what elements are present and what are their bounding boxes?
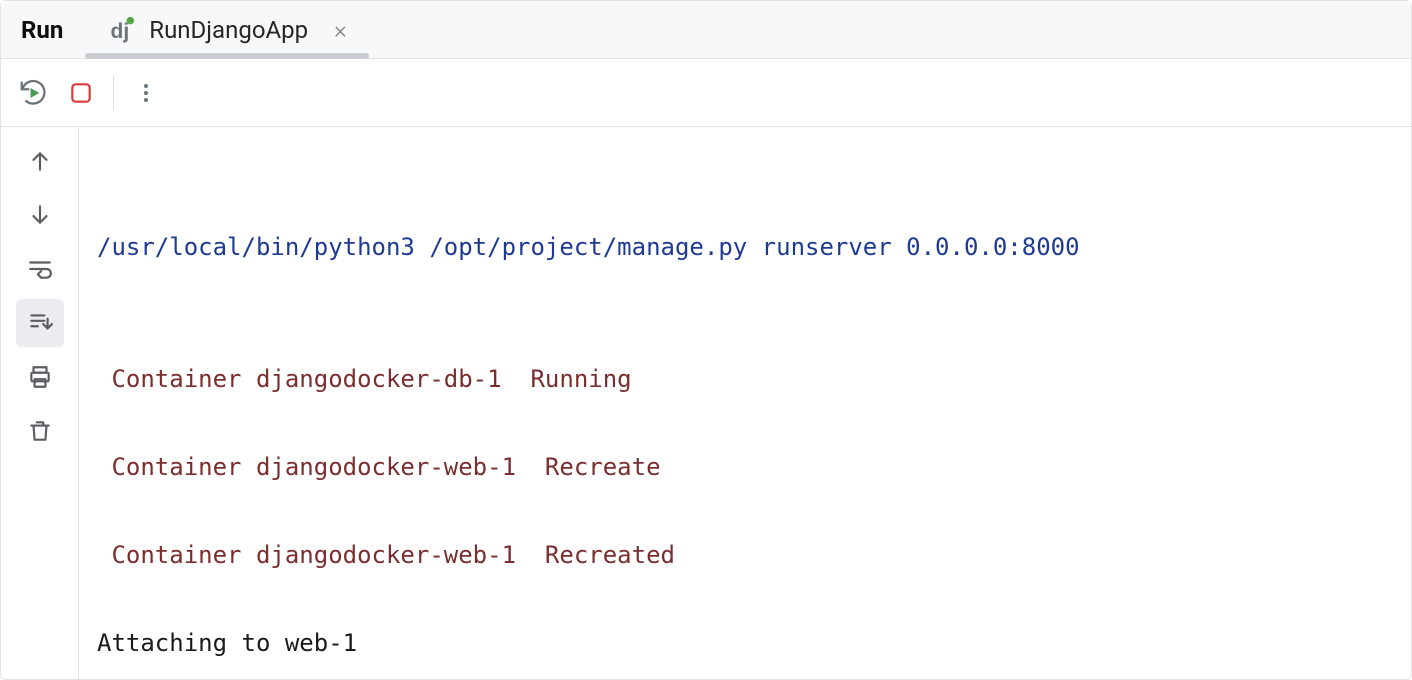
run-content: /usr/local/bin/python3 /opt/project/mana… (1, 127, 1411, 679)
scroll-to-end-button[interactable] (16, 299, 64, 347)
run-config-tab-label: RunDjangoApp (149, 16, 308, 44)
print-button[interactable] (16, 353, 64, 401)
toolwindow-title: Run (1, 1, 85, 58)
svg-text:dj: dj (111, 20, 130, 43)
run-toolbar (1, 59, 1411, 127)
console-gutter (1, 127, 79, 679)
soft-wrap-button[interactable] (16, 245, 64, 293)
console-line: Container djangodocker-db-1 Running (97, 357, 1393, 401)
run-config-tab[interactable]: dj RunDjangoApp × (85, 1, 368, 58)
close-icon[interactable]: × (330, 16, 351, 44)
console-output[interactable]: /usr/local/bin/python3 /opt/project/mana… (79, 127, 1411, 679)
stop-button[interactable] (57, 69, 105, 117)
more-actions-button[interactable] (122, 69, 170, 117)
console-command-line: /usr/local/bin/python3 /opt/project/mana… (97, 225, 1393, 269)
console-line: Container djangodocker-web-1 Recreate (97, 445, 1393, 489)
console-line: Container djangodocker-web-1 Recreated (97, 533, 1393, 577)
django-icon: dj (107, 16, 135, 44)
toolbar-separator (113, 76, 114, 110)
clear-all-button[interactable] (16, 407, 64, 455)
console-line: Attaching to web-1 (97, 621, 1393, 665)
down-stacktrace-button[interactable] (16, 191, 64, 239)
up-stacktrace-button[interactable] (16, 137, 64, 185)
rerun-button[interactable] (9, 69, 57, 117)
run-toolwindow-header: Run dj RunDjangoApp × (1, 1, 1411, 59)
